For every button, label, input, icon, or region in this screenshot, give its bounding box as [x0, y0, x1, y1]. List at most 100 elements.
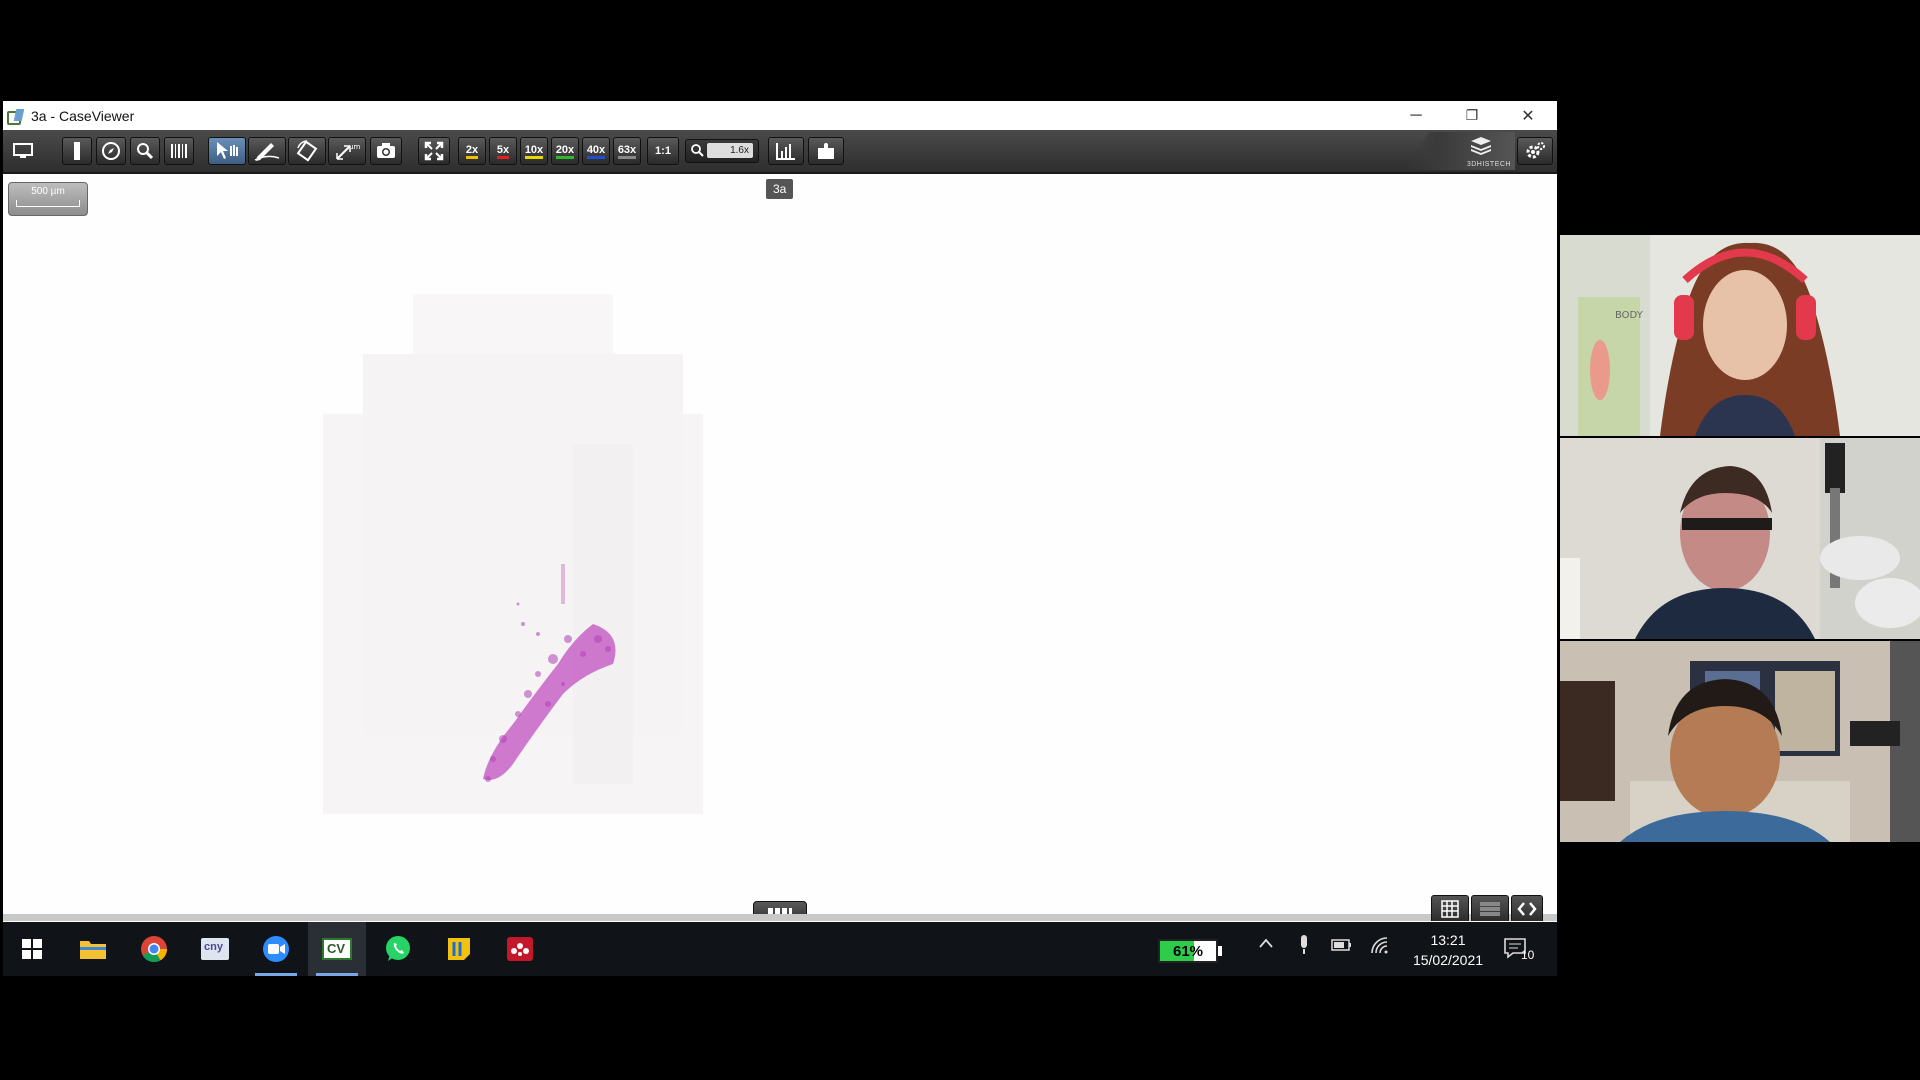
measure-button[interactable]: μm — [328, 137, 366, 165]
chevron-up-icon — [1259, 938, 1273, 948]
microphone-icon — [1301, 935, 1307, 954]
taskbar-clock[interactable]: 13:21 15/02/2021 — [1398, 930, 1498, 970]
plugin-button[interactable] — [808, 137, 844, 165]
participant-video-2[interactable] — [1560, 438, 1920, 639]
start-button[interactable] — [3, 922, 61, 976]
slide-viewport[interactable]: 500 µm 3a — [3, 174, 1557, 921]
slide-name-label: 3a — [766, 179, 794, 199]
mendeley-button[interactable] — [491, 922, 549, 976]
grid-icon — [1441, 900, 1459, 918]
rotate-button[interactable] — [288, 137, 326, 165]
one-to-one-button[interactable]: 1:1 — [647, 137, 679, 165]
file-explorer-button[interactable] — [64, 922, 122, 976]
navigator-button[interactable] — [96, 137, 126, 165]
microphone-tray-icon[interactable] — [1298, 934, 1310, 959]
mendeley-icon — [507, 937, 533, 961]
cny-app-button[interactable]: cny — [186, 922, 244, 976]
camera-icon — [377, 143, 395, 158]
bar-chart-icon — [776, 143, 795, 160]
compass-icon — [102, 142, 120, 160]
mag-10x-label: 10x — [524, 144, 544, 159]
restore-button[interactable]: ❐ — [1444, 101, 1500, 130]
whatsapp-button[interactable] — [369, 922, 427, 976]
mag-10x-button[interactable]: 10x — [520, 137, 548, 165]
wifi-tray-icon[interactable] — [1370, 936, 1390, 957]
settings-button[interactable] — [1517, 137, 1553, 165]
mag-20x-label: 20x — [555, 144, 575, 159]
windows-taskbar: cny CV 61% 13:21 15/02/2021 10 — [3, 922, 1557, 976]
participant-2-video-frame — [1560, 438, 1920, 639]
svg-text:μm: μm — [349, 143, 360, 151]
annotation-button[interactable] — [248, 137, 286, 165]
caseviewer-taskbar-button[interactable]: CV — [308, 922, 366, 976]
clock-time: 13:21 — [1430, 932, 1466, 948]
tissue-section-image[interactable] — [323, 294, 743, 814]
prev-next-slide-button[interactable] — [1511, 895, 1543, 921]
participant-video-1[interactable]: BODY — [1560, 235, 1920, 436]
minimize-button[interactable]: ─ — [1388, 101, 1444, 130]
scale-bar-label: 500 µm — [31, 186, 65, 197]
slide-holder-button[interactable] — [62, 137, 92, 165]
poster-text: BODY — [1615, 310, 1644, 321]
puzzle-icon — [818, 143, 834, 159]
fit-to-screen-button[interactable] — [418, 137, 450, 165]
battery-overlay: 61% — [1158, 939, 1218, 963]
gear-icon — [1526, 142, 1545, 159]
mag-2x-label: 2x — [465, 144, 479, 159]
zoom-value: 1.6x — [707, 143, 753, 158]
title-bar[interactable]: 3a - CaseViewer ─ ❐ ✕ — [3, 101, 1557, 130]
mag-40x-label: 40x — [586, 144, 606, 159]
participant-video-3[interactable] — [1560, 641, 1920, 842]
zoom-icon — [263, 936, 289, 962]
chrome-icon — [141, 936, 168, 963]
list-view-button[interactable] — [1471, 895, 1509, 921]
chrome-button[interactable] — [125, 922, 183, 976]
show-hidden-icons-button[interactable] — [1258, 936, 1274, 952]
windows-logo-icon — [22, 939, 42, 959]
histogram-button[interactable] — [768, 137, 804, 165]
folder-icon — [80, 941, 106, 959]
caseviewer-taskbar-icon: CV — [322, 938, 352, 960]
scale-bar: 500 µm — [8, 182, 88, 216]
3dhistech-logo: 3DHISTECH — [1405, 132, 1515, 170]
caseviewer-app-icon — [7, 109, 25, 125]
window-title: 3a - CaseViewer — [31, 107, 135, 124]
barcode-icon — [171, 144, 187, 158]
zoom-magnifier-icon — [691, 144, 704, 157]
battery-percent: 61% — [1172, 943, 1204, 960]
sticky-app-button[interactable] — [430, 922, 488, 976]
mag-20x-button[interactable]: 20x — [551, 137, 579, 165]
snapshot-button[interactable] — [370, 137, 402, 165]
participant-1-video-frame: BODY — [1560, 235, 1920, 436]
battery-tray-icon[interactable] — [1331, 938, 1353, 955]
magnifier-button[interactable] — [130, 137, 160, 165]
one-to-one-label: 1:1 — [655, 145, 671, 157]
close-button[interactable]: ✕ — [1500, 101, 1556, 130]
caseviewer-taskbar-label: CV — [327, 941, 346, 956]
whatsapp-icon — [386, 936, 410, 961]
barcode-button[interactable] — [164, 137, 194, 165]
mag-63x-label: 63x — [617, 144, 637, 159]
mag-63x-button[interactable]: 63x — [613, 137, 641, 165]
cny-app-icon: cny — [201, 938, 229, 960]
mag-2x-button[interactable]: 2x — [458, 137, 486, 165]
notification-count: 10 — [1521, 948, 1535, 962]
pointer-hand-icon — [217, 142, 238, 159]
pan-tool-button[interactable] — [208, 137, 246, 165]
monitor-icon[interactable] — [7, 137, 39, 165]
wifi-icon — [1371, 937, 1388, 954]
mag-40x-button[interactable]: 40x — [582, 137, 610, 165]
cny-app-label: cny — [204, 941, 223, 953]
expand-icon — [424, 141, 444, 161]
horizontal-scrollbar[interactable] — [3, 914, 1557, 921]
zoom-level-field[interactable]: 1.6x — [685, 139, 759, 163]
mag-5x-button[interactable]: 5x — [489, 137, 517, 165]
mag-5x-label: 5x — [496, 144, 510, 159]
list-view-icon — [1480, 902, 1500, 916]
viewer-toolbar: μm 2x 5x 10x 20x 40x 63x 1:1 1.6x 3DHIST… — [3, 130, 1557, 174]
grid-view-button[interactable] — [1431, 895, 1469, 921]
zoom-button[interactable] — [247, 922, 305, 976]
measure-icon: μm — [336, 143, 360, 160]
battery-terminal — [1218, 946, 1222, 956]
magnifier-icon — [137, 143, 154, 160]
